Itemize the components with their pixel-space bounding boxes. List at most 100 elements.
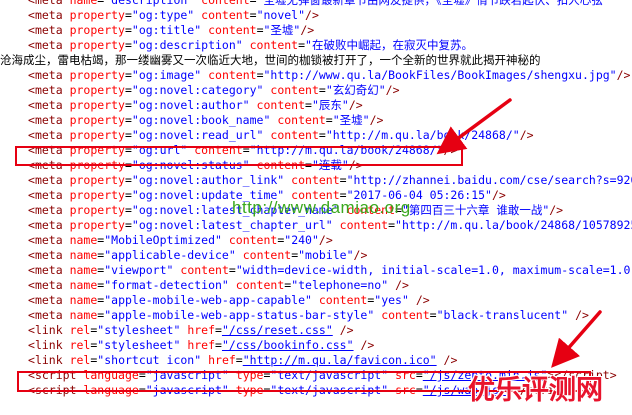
code-attr-name: property: [69, 68, 125, 82]
code-attr-name: name: [69, 233, 98, 247]
code-bracket: />: [443, 353, 458, 367]
code-line: <script language="javascript" type="text…: [0, 383, 632, 398]
code-bracket: >: [568, 383, 576, 397]
code-equals: =: [124, 173, 132, 187]
code-link-value[interactable]: "/css/reset.css": [222, 323, 333, 337]
code-equals: =: [305, 158, 312, 172]
code-bracket: <: [28, 173, 35, 187]
code-attr-name: content: [201, 0, 250, 7]
code-tag-name: meta: [34, 83, 63, 97]
code-bracket: <: [28, 8, 35, 22]
code-equals: =: [339, 188, 347, 202]
code-attr-name: content: [339, 218, 389, 232]
code-attr-name: property: [69, 113, 125, 127]
code-attr-value: "og:type": [131, 8, 195, 22]
code-link-value[interactable]: "/js/zepto.min.js": [423, 368, 548, 382]
code-attr-value: "玄幻奇幻": [325, 83, 386, 97]
code-attr-value: "og:novel:author_link": [131, 173, 285, 187]
code-bracket: <: [28, 128, 35, 142]
code-attr-value: "http://www.qu.la/BookFiles/BookImages/s…: [263, 68, 617, 82]
code-attr-value: "novel": [256, 8, 306, 22]
code-attr-name: content: [242, 248, 292, 262]
code-attr-value: "圣墟": [263, 23, 301, 37]
code-bracket: <: [28, 353, 35, 367]
code-attr-value: "text/javascript": [270, 383, 389, 397]
code-line: <meta property="og:novel:read_url" conte…: [0, 128, 632, 143]
code-bracket: <: [28, 0, 35, 7]
code-line: <meta property="og:title" content="圣墟"/>: [0, 23, 632, 38]
code-line: <meta name = "apple-mobile-web-app-status-…: [0, 308, 632, 323]
code-bracket: <: [28, 203, 35, 217]
code-line: <meta name="viewport" content="width=dev…: [0, 263, 632, 278]
code-attr-value: "javascript": [145, 383, 229, 397]
code-equals: =: [256, 68, 264, 82]
code-link-value[interactable]: "http://m.qu.la/favicon.ico": [243, 353, 437, 367]
code-attr-name: property: [69, 158, 125, 172]
code-attr-name: name: [69, 293, 98, 307]
code-equals: =: [318, 128, 326, 142]
code-attr-name: content: [180, 263, 229, 277]
code-attr-value: "在破败中崛起，在寂灭中复苏。: [305, 38, 473, 52]
code-attr-value: "第四百三十六章 谁敢一战": [401, 203, 550, 217]
code-bracket: <: [28, 158, 35, 172]
code-attr-name: language: [83, 383, 139, 397]
code-bracket: <: [28, 248, 35, 262]
code-link-value[interactable]: "/js/wap.js": [423, 383, 506, 397]
code-bracket: <: [28, 113, 35, 127]
code-attr-name: name: [69, 308, 98, 322]
code-attr-value: "og:novel:read_url": [131, 128, 264, 142]
code-bracket: >: [609, 368, 617, 382]
code-tag-name: meta: [34, 173, 63, 187]
code-equals: =: [124, 218, 132, 232]
source-code-view: <meta name="description" content="圣墟无弹窗最…: [0, 0, 632, 398]
code-link-value[interactable]: "/css/bookinfo.css": [222, 338, 354, 352]
code-equals: =: [124, 143, 132, 157]
code-line: <meta property="og:novel:author" content…: [0, 98, 632, 113]
code-tag-name: meta: [34, 308, 63, 322]
code-tag-name: meta: [34, 38, 63, 52]
code-attr-value: "applicable-device": [104, 248, 236, 262]
code-attr-name: language: [83, 368, 139, 382]
code-bracket: />: [549, 203, 564, 217]
code-tag-name: meta: [34, 158, 63, 172]
code-line: <meta property="og:novel:status" content…: [0, 158, 632, 173]
code-equals: =: [228, 263, 236, 277]
code-line: <meta property="og:type" content="novel"…: [0, 8, 632, 23]
code-bracket: />: [519, 128, 534, 142]
code-equals: =: [124, 203, 132, 217]
code-tag-name: meta: [34, 263, 63, 277]
code-attr-value: "2017-06-04 05:26:15": [346, 188, 492, 202]
code-equals: =: [429, 308, 437, 322]
code-line: <meta name="apple-mobile-web-app-capable…: [0, 293, 632, 308]
code-text: 沧海成尘，雷电枯竭，那一缕幽雾又一次临近大地，世间的枷锁被打开了，一个全新的世界…: [0, 53, 541, 67]
code-attr-value: "stylesheet": [97, 323, 181, 337]
code-tag-name: meta: [34, 293, 63, 307]
code-equals: =: [298, 38, 306, 52]
code-attr-value: "format-detection": [104, 278, 229, 292]
code-line: 沧海成尘，雷电枯竭，那一缕幽雾又一次临近大地，世间的枷锁被打开了，一个全新的世界…: [0, 53, 632, 68]
code-line: <meta property="og:novel:latest_chapter_…: [0, 203, 632, 218]
code-equals: =: [138, 383, 146, 397]
code-line: <link rel="stylesheet" href="/css/reset.…: [0, 323, 632, 338]
code-equals: =: [395, 203, 402, 217]
code-attr-value: "mobile": [298, 248, 354, 262]
code-tag-name: script: [568, 368, 610, 382]
code-tag-name: script: [526, 383, 569, 397]
code-tag-name: link: [34, 323, 63, 337]
code-tag-name: meta: [34, 0, 63, 7]
code-equals: =: [124, 158, 132, 172]
code-bracket: />: [353, 248, 368, 262]
